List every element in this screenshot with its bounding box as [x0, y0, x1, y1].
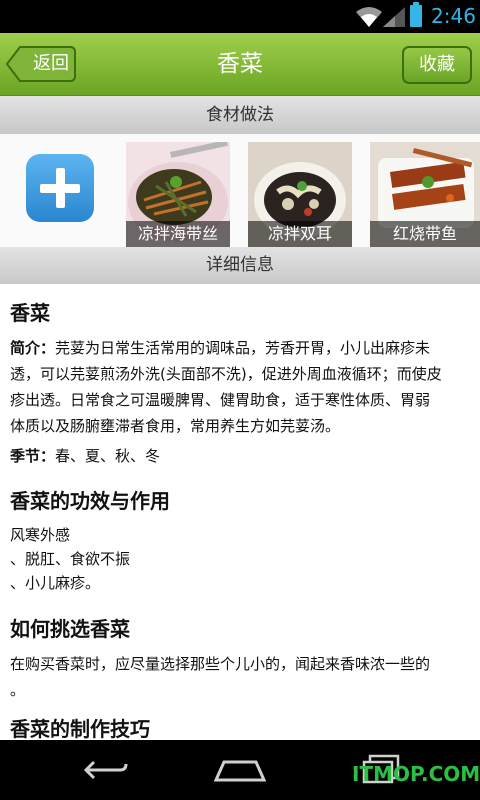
back-label: 返回 — [33, 53, 69, 74]
intro-line: 疹出透。日常食之可温暖脾胃、健胃助食，适于寒性体质、胃弱 — [10, 391, 431, 409]
tips-title: 香菜的制作技巧 — [10, 717, 150, 741]
effects-line: 、小儿麻疹。 — [10, 574, 101, 592]
battery-icon — [410, 2, 422, 27]
effects-title: 香菜的功效与作用 — [10, 489, 170, 513]
effects-line: 风寒外感 — [10, 526, 71, 544]
status-bar: 2:46 — [0, 0, 480, 33]
dish-name: 红烧带鱼 — [370, 221, 480, 247]
watermark-text: ITMOP.COM — [352, 762, 480, 786]
dish-name: 凉拌海带丝 — [126, 221, 230, 247]
nav-back-icon[interactable] — [82, 758, 130, 782]
wifi-icon — [356, 7, 382, 27]
dish-card[interactable]: 凉拌海带丝 — [126, 142, 230, 247]
dish-card[interactable]: 凉拌双耳 — [248, 142, 352, 247]
effects-list: 风寒外感 、脱肛、食欲不振 、小儿麻疹。 — [10, 523, 470, 595]
dish-name: 凉拌双耳 — [248, 221, 352, 247]
choose-line: 。 — [10, 681, 26, 699]
page-title: 香菜 — [217, 51, 263, 77]
intro-line: 体质以及肠腑壅滞者食用，常用养生方如芫荽汤。 — [10, 417, 341, 435]
recipes-section-header: 食材做法 — [0, 96, 480, 134]
intro-line: 透，可以芫荽煎汤外洗(头面部不洗)，促进外周血液循环；而使皮 — [10, 365, 442, 383]
title-bar: 返回 香菜 收藏 — [0, 33, 480, 96]
recipe-strip: 凉拌海带丝 凉拌双耳 红烧带鱼 — [0, 134, 480, 247]
details-section-header: 详细信息 — [0, 247, 480, 284]
intro-paragraph: 简介：芫荽为日常生活常用的调味品，芳香开胃，小儿出麻疹未 透，可以芫荽煎汤外洗(… — [10, 335, 470, 439]
dish-card[interactable]: 红烧带鱼 — [370, 142, 480, 247]
season-value: 春、夏、秋、冬 — [55, 447, 161, 465]
plus-icon[interactable] — [26, 154, 94, 222]
ingredient-title: 香菜 — [10, 301, 50, 325]
nav-home-icon[interactable] — [214, 758, 266, 782]
clock: 2:46 — [431, 4, 476, 28]
back-button[interactable]: 返回 — [6, 46, 76, 82]
choose-paragraph: 在购买香菜时，应尽量选择那些个儿小的，闻起来香味浓一些的 。 — [10, 651, 470, 703]
effects-line: 、脱肛、食欲不振 — [10, 550, 131, 568]
favorite-button[interactable]: 收藏 — [402, 46, 472, 84]
intro-line: 简介：芫荽为日常生活常用的调味品，芳香开胃，小儿出麻疹未 — [10, 339, 431, 357]
signal-icon — [383, 7, 405, 27]
choose-title: 如何挑选香菜 — [10, 617, 130, 641]
intro-label: 简介： — [10, 339, 56, 357]
season-label: 季节： — [10, 447, 56, 465]
season-row: 季节：春、夏、秋、冬 — [10, 443, 470, 469]
choose-line: 在购买香菜时，应尽量选择那些个儿小的，闻起来香味浓一些的 — [10, 655, 431, 673]
